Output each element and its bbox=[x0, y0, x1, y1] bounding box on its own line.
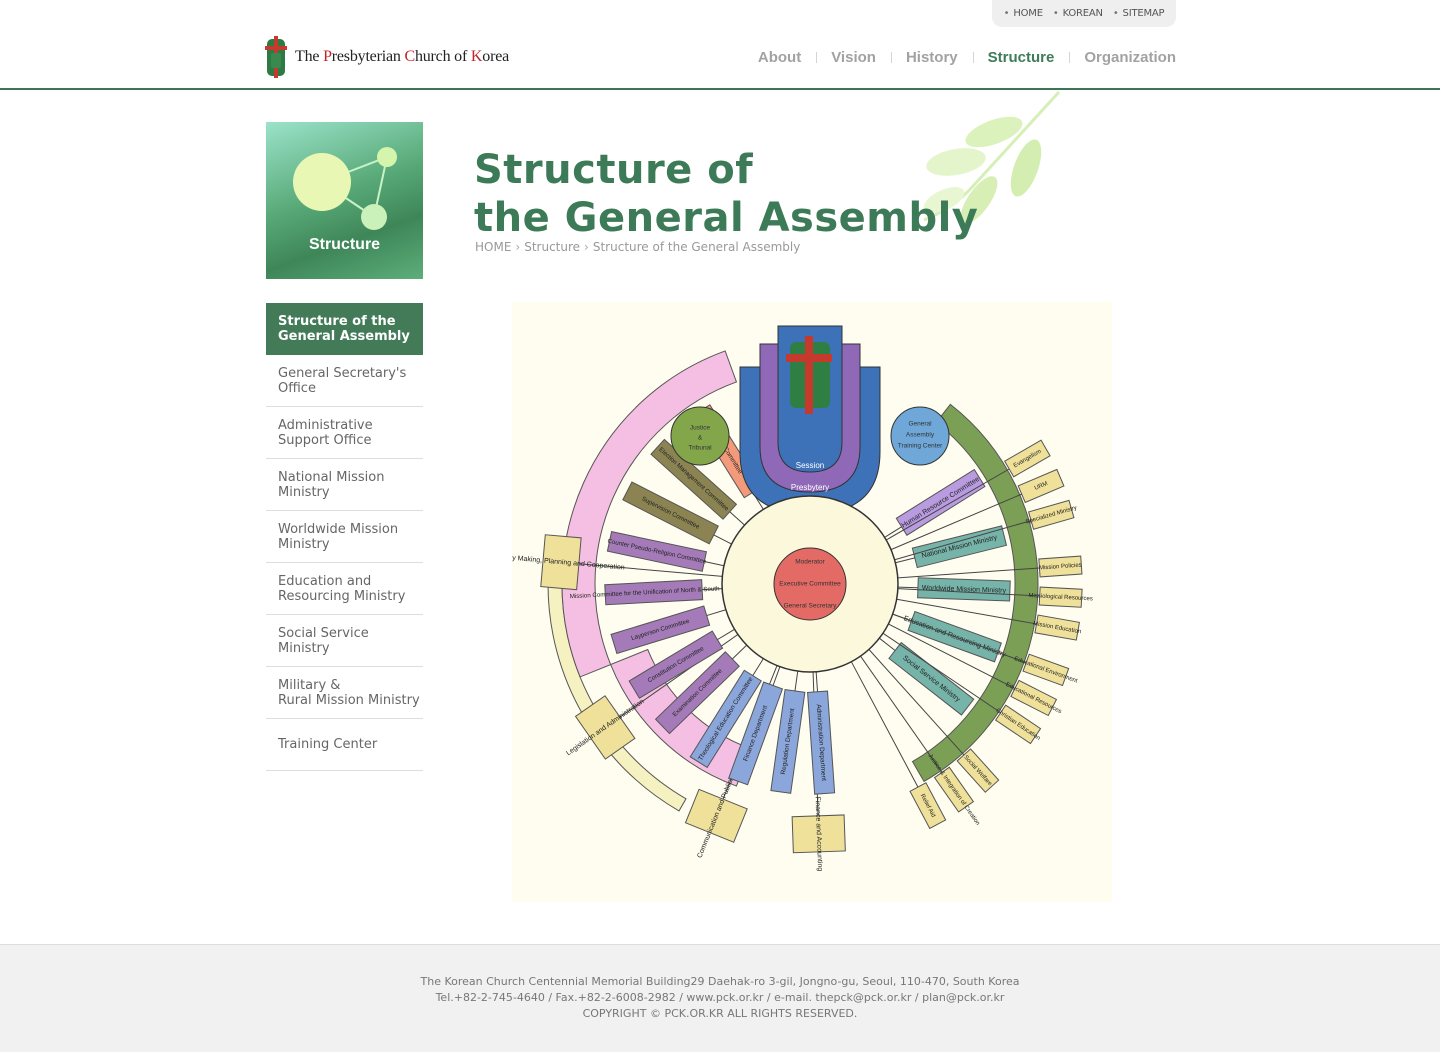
left-committee-7-connector bbox=[731, 644, 748, 660]
bottom-department-2-connector bbox=[794, 671, 799, 692]
breadcrumb-home[interactable]: HOME bbox=[475, 240, 511, 254]
subnav-label[interactable]: Training Center bbox=[278, 737, 377, 752]
right-ministry-2-connector bbox=[897, 586, 918, 589]
utility-nav: HOME KOREAN SITEMAP bbox=[992, 0, 1176, 27]
bottom-department-1-connector bbox=[772, 666, 781, 686]
subnav-item-national-mission[interactable]: National Mission Ministry bbox=[266, 459, 423, 511]
tower-session-label: Session bbox=[796, 461, 824, 470]
footer-address: The Korean Church Centennial Memorial Bu… bbox=[420, 975, 1020, 988]
subnav-label[interactable]: Military & Rural Mission Ministry bbox=[278, 678, 420, 708]
outer-box-3-label: Finance and Accounting bbox=[814, 796, 824, 871]
subnav-item-education[interactable]: Education and Resourcing Ministry bbox=[266, 563, 423, 615]
site-logo[interactable]: The Presbyterian Church of Korea bbox=[263, 36, 509, 78]
training-label-2: Assembly bbox=[906, 432, 935, 439]
bottom-department-3-connector bbox=[815, 671, 819, 692]
center-moderator: Moderator bbox=[795, 559, 825, 566]
util-sitemap-link[interactable]: SITEMAP bbox=[1113, 8, 1165, 19]
nav-organization[interactable]: Organization bbox=[1069, 49, 1176, 66]
subnav-label[interactable]: Administrative Support Office bbox=[278, 418, 373, 448]
training-label-1: General bbox=[908, 421, 932, 428]
chevron-right-icon: › bbox=[515, 240, 521, 254]
justice-label-2: & bbox=[698, 435, 703, 442]
cross-vertical bbox=[805, 336, 813, 414]
subnav-item-worldwide-mission[interactable]: Worldwide Mission Ministry bbox=[266, 511, 423, 563]
left-committee-6-label: Constitution Committee bbox=[647, 645, 706, 684]
center-executive: Executive Committee bbox=[779, 581, 841, 588]
header-divider bbox=[0, 88, 1440, 90]
cross-logo-icon bbox=[265, 36, 287, 78]
left-committee-2-connector bbox=[713, 534, 732, 545]
section-title: Structure bbox=[308, 236, 381, 253]
subnav-item-admin[interactable]: Administrative Support Office bbox=[266, 407, 423, 459]
subnav-item-training-center[interactable]: Training Center bbox=[266, 719, 423, 771]
left-committee-3-connector bbox=[704, 561, 725, 567]
footer: The Korean Church Centennial Memorial Bu… bbox=[0, 944, 1440, 1052]
right-ministry-0-label: Human Resource Committee bbox=[901, 476, 981, 530]
justice-label-3: Tribunal bbox=[688, 445, 712, 452]
subnav-label[interactable]: Structure of the General Assembly bbox=[278, 314, 410, 344]
chevron-right-icon: › bbox=[584, 240, 589, 254]
breadcrumb: HOME › Structure › Structure of the Gene… bbox=[475, 240, 800, 254]
molecule-icon bbox=[293, 147, 397, 230]
section-title-box: Structure bbox=[266, 122, 423, 279]
justice-label-1: Justice bbox=[690, 425, 711, 432]
subnav-item-secretary[interactable]: General Secretary's Office bbox=[266, 355, 423, 407]
structure-diagram-svg: Policy Making, Planning and CooperationL… bbox=[497, 325, 1093, 871]
subnav-label[interactable]: National Mission Ministry bbox=[278, 470, 384, 500]
footer-contact: Tel.+82-2-745-4640 / Fax.+82-2-6008-2982… bbox=[435, 991, 1005, 1004]
tower-presbytery-label: Presbytery bbox=[791, 483, 829, 492]
left-committee-5-connector bbox=[706, 609, 726, 617]
right-ministry-4-label: Social Service Ministry bbox=[901, 655, 961, 704]
subnav-label[interactable]: Worldwide Mission Ministry bbox=[278, 522, 398, 552]
subnav-label[interactable]: Education and Resourcing Ministry bbox=[278, 574, 405, 604]
structure-diagram: Policy Making, Planning and Cooperation L… bbox=[497, 302, 1112, 902]
subnav-label[interactable]: Social Service Ministry bbox=[278, 626, 423, 656]
subnav-item-social-service[interactable]: Social Service Ministry bbox=[266, 615, 423, 667]
site-logo-text: The Presbyterian Church of Korea bbox=[295, 48, 510, 65]
breadcrumb-current: Structure of the General Assembly bbox=[592, 240, 801, 254]
breadcrumb-section[interactable]: Structure bbox=[524, 240, 580, 254]
subnav-item-structure[interactable]: Structure of the General Assembly bbox=[266, 303, 423, 355]
util-home-link[interactable]: HOME bbox=[1004, 8, 1043, 19]
nav-structure[interactable]: Structure bbox=[972, 49, 1070, 66]
subnav-item-military-rural[interactable]: Military & Rural Mission Ministry bbox=[266, 667, 423, 719]
left-committee-1-connector bbox=[729, 511, 745, 526]
training-label-3: Training Center bbox=[898, 443, 943, 450]
center-secretary: General Secretary bbox=[784, 603, 837, 610]
bottom-department-3-group: Administration Department bbox=[807, 671, 836, 795]
util-korean-link[interactable]: KOREAN bbox=[1053, 8, 1103, 19]
cross-horizontal bbox=[786, 354, 832, 362]
nav-about[interactable]: About bbox=[743, 49, 816, 66]
main-nav: About Vision History Structure Organizat… bbox=[743, 49, 1176, 66]
nav-vision[interactable]: Vision bbox=[816, 49, 891, 66]
sub-nav: Structure of the General Assembly Genera… bbox=[266, 303, 423, 771]
subnav-label[interactable]: General Secretary's Office bbox=[278, 366, 406, 396]
footer-copyright: COPYRIGHT © PCK.OR.KR ALL RIGHTS RESERVE… bbox=[582, 1007, 858, 1020]
bottom-department-0-connector bbox=[752, 658, 764, 676]
nav-history[interactable]: History bbox=[890, 49, 973, 66]
page-title: Structure of the General Assembly bbox=[474, 147, 979, 241]
